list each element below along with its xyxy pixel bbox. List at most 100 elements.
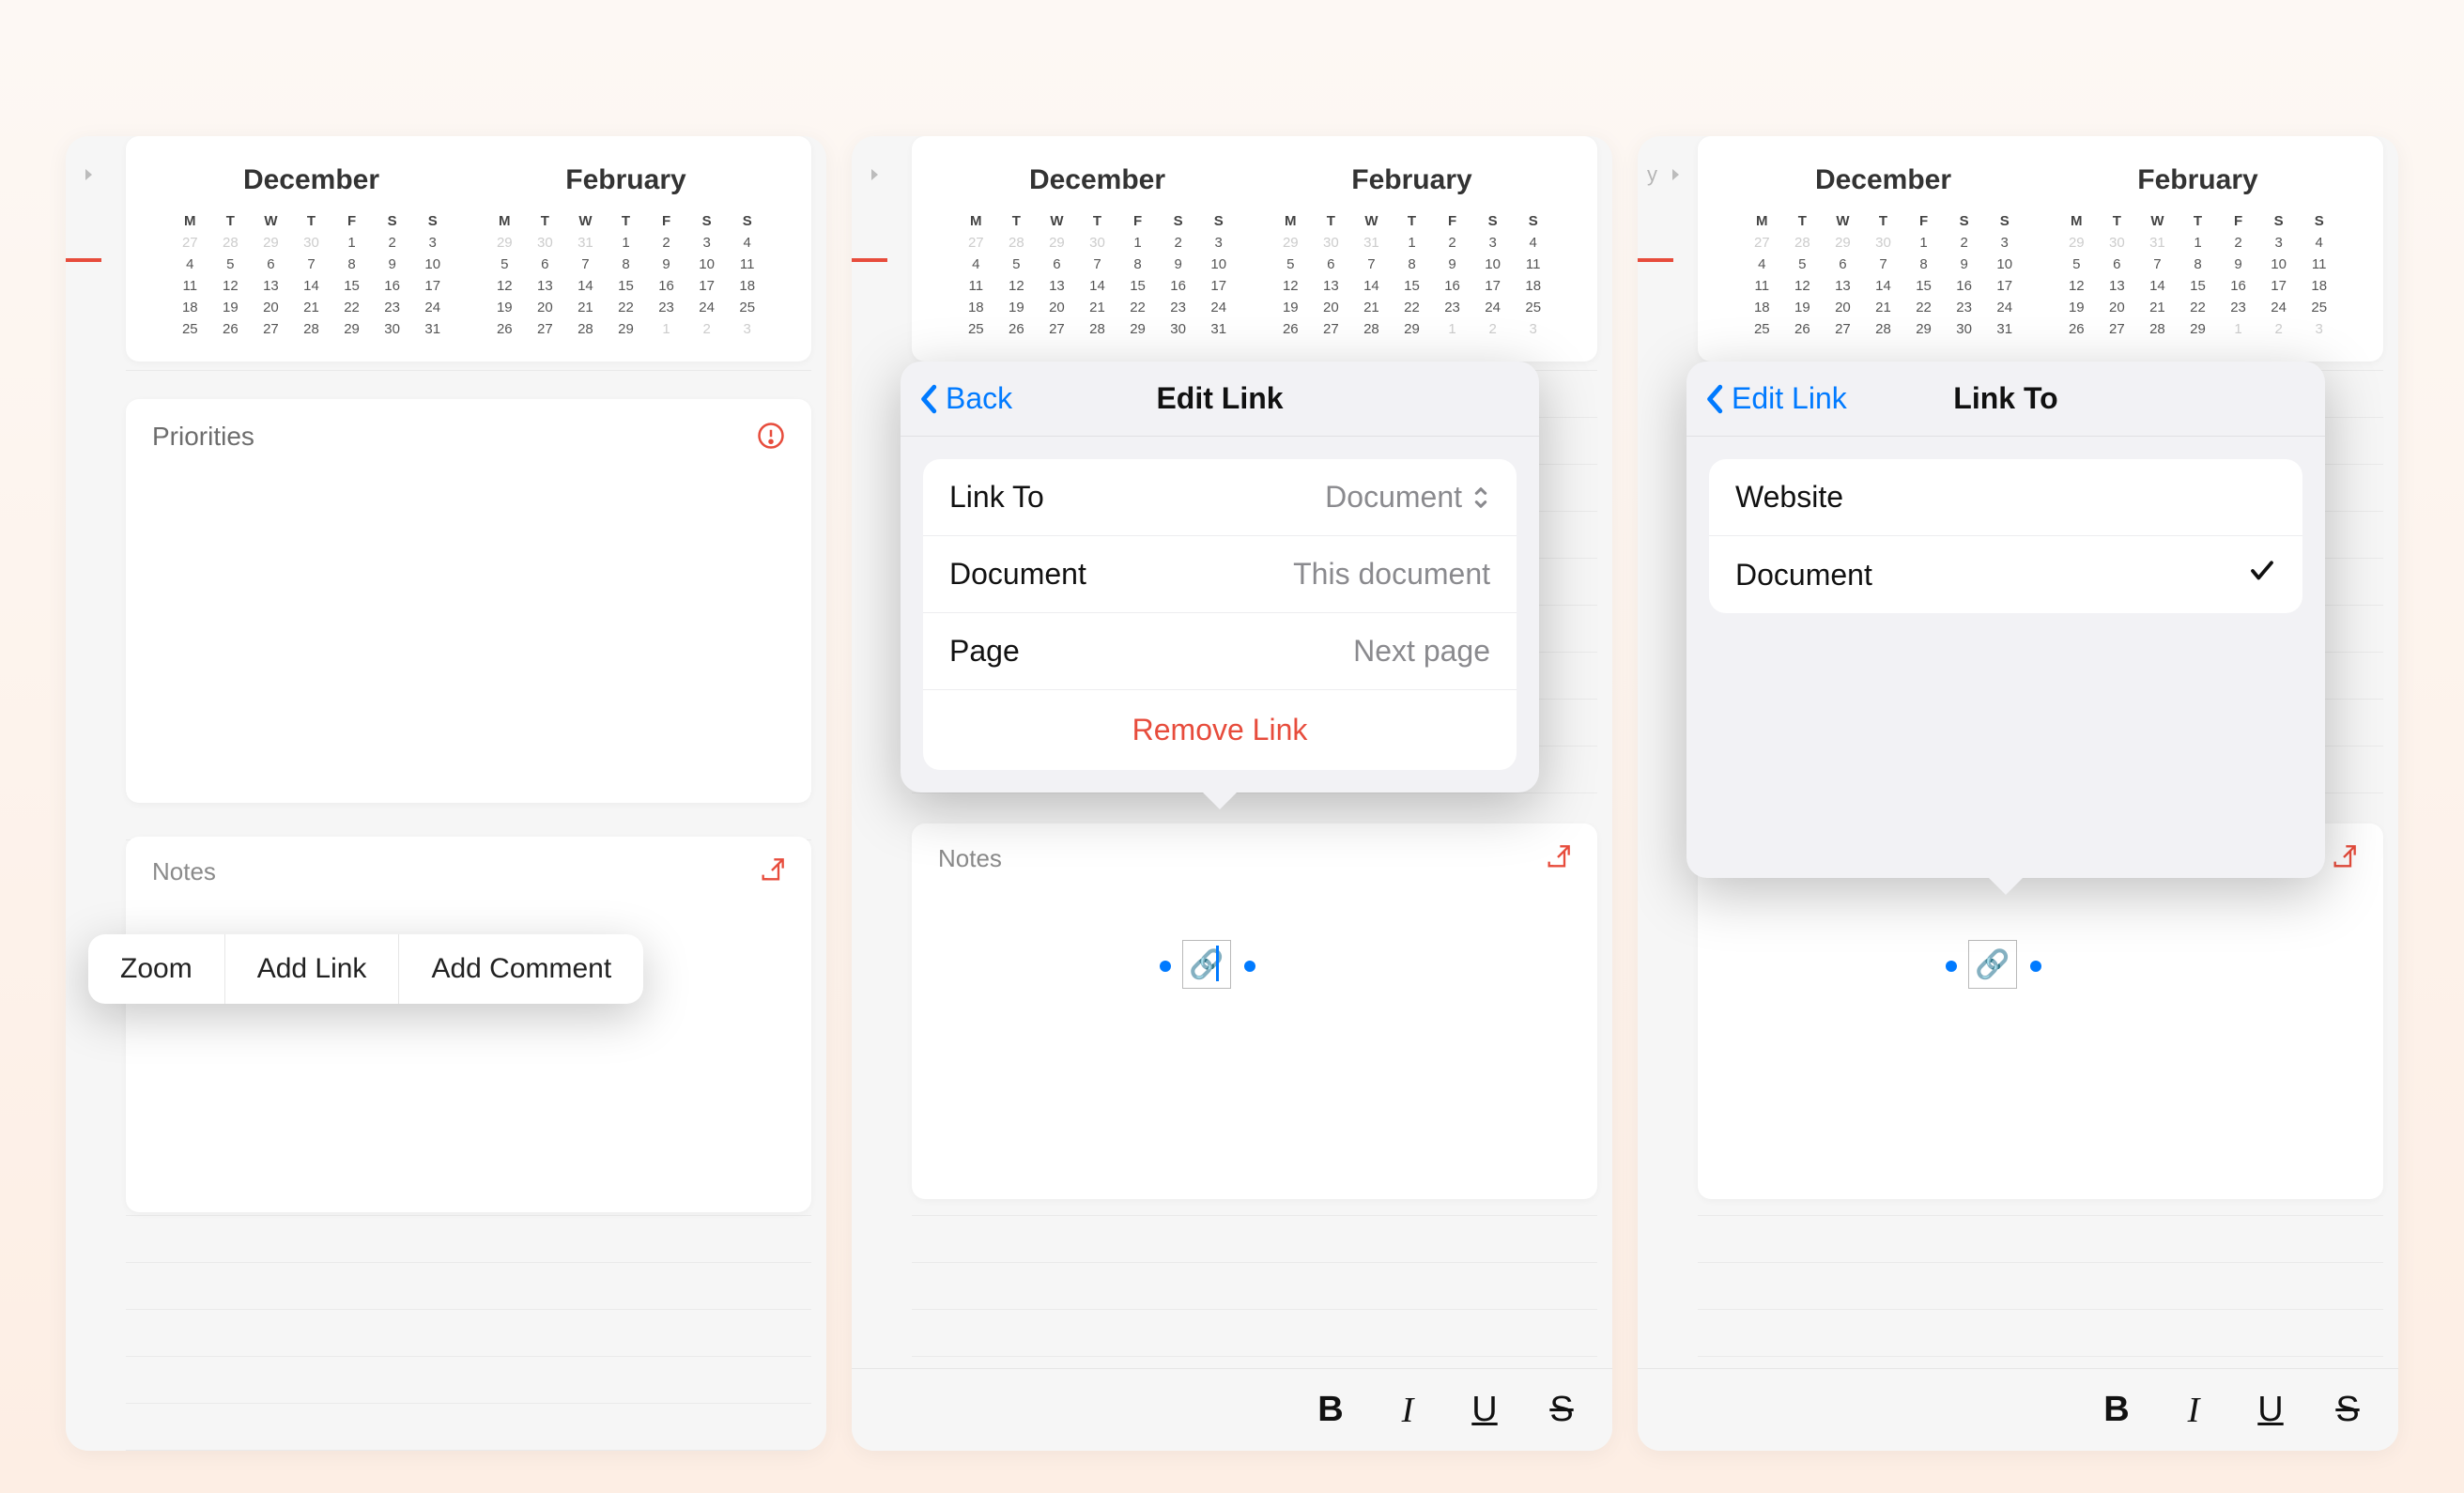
calendar-day[interactable]: 8 xyxy=(1903,256,1944,272)
calendar-day[interactable]: 3 xyxy=(1513,321,1553,337)
calendar-day[interactable]: 10 xyxy=(1472,256,1513,272)
calendar-day[interactable]: 15 xyxy=(606,278,646,294)
calendar-day[interactable]: 30 xyxy=(372,321,412,337)
calendar-day[interactable]: 4 xyxy=(727,235,767,251)
calendar-day[interactable]: 14 xyxy=(291,278,331,294)
calendar-day[interactable]: 13 xyxy=(1311,278,1351,294)
calendar-day[interactable]: 12 xyxy=(996,278,1037,294)
calendar-day[interactable]: 7 xyxy=(1863,256,1903,272)
calendar-day[interactable]: 10 xyxy=(1984,256,2025,272)
calendar-day[interactable]: 10 xyxy=(686,256,727,272)
calendar-day[interactable]: 3 xyxy=(1984,235,2025,251)
calendar-day[interactable]: 21 xyxy=(1863,300,1903,316)
calendar-day[interactable]: 13 xyxy=(1037,278,1077,294)
calendar-day[interactable]: 1 xyxy=(1903,235,1944,251)
calendar-day[interactable]: 16 xyxy=(646,278,686,294)
format-strike[interactable]: S xyxy=(2325,1390,2370,1430)
calendar-day[interactable]: 20 xyxy=(1037,300,1077,316)
calendar-day[interactable]: 4 xyxy=(1742,256,1782,272)
calendar-day[interactable]: 12 xyxy=(210,278,251,294)
calendar-day[interactable]: 26 xyxy=(1270,321,1311,337)
calendar-day[interactable]: 29 xyxy=(251,235,291,251)
calendar-day[interactable]: 12 xyxy=(2056,278,2097,294)
calendar-day[interactable]: 29 xyxy=(1823,235,1863,251)
calendar-day[interactable]: 3 xyxy=(727,321,767,337)
calendar-day[interactable]: 15 xyxy=(1117,278,1158,294)
calendar-day[interactable]: 13 xyxy=(2097,278,2137,294)
calendar-day[interactable]: 29 xyxy=(1903,321,1944,337)
calendar-day[interactable]: 4 xyxy=(170,256,210,272)
calendar-day[interactable]: 3 xyxy=(2299,321,2339,337)
calendar-day[interactable]: 30 xyxy=(1863,235,1903,251)
calendar-day[interactable]: 9 xyxy=(646,256,686,272)
calendar-day[interactable]: 23 xyxy=(372,300,412,316)
calendar-day[interactable]: 29 xyxy=(1117,321,1158,337)
calendar-day[interactable]: 21 xyxy=(565,300,606,316)
linked-object[interactable]: 🔗 xyxy=(1968,940,2017,989)
calendar-day[interactable]: 14 xyxy=(1863,278,1903,294)
calendar-day[interactable]: 19 xyxy=(210,300,251,316)
calendar-day[interactable]: 16 xyxy=(1158,278,1198,294)
linked-object[interactable]: 🔗 xyxy=(1182,940,1231,989)
calendar-day[interactable]: 12 xyxy=(1782,278,1823,294)
calendar-day[interactable]: 3 xyxy=(2258,235,2299,251)
calendar-day[interactable]: 15 xyxy=(2178,278,2218,294)
calendar-day[interactable]: 2 xyxy=(1158,235,1198,251)
context-add-link[interactable]: Add Link xyxy=(225,934,400,1004)
calendar-day[interactable]: 1 xyxy=(646,321,686,337)
calendar-day[interactable]: 7 xyxy=(2137,256,2178,272)
calendar-day[interactable]: 11 xyxy=(1742,278,1782,294)
calendar-day[interactable]: 22 xyxy=(606,300,646,316)
format-underline[interactable]: U xyxy=(1462,1390,1507,1430)
calendar-day[interactable]: 2 xyxy=(1432,235,1472,251)
calendar-day[interactable]: 29 xyxy=(1270,235,1311,251)
back-button[interactable]: Back xyxy=(919,381,1012,416)
calendar-day[interactable]: 9 xyxy=(1944,256,1984,272)
calendar-day[interactable]: 27 xyxy=(1311,321,1351,337)
calendar-day[interactable]: 4 xyxy=(2299,235,2339,251)
calendar-day[interactable]: 17 xyxy=(1472,278,1513,294)
calendar-day[interactable]: 2 xyxy=(2218,235,2258,251)
calendar-day[interactable]: 7 xyxy=(1351,256,1392,272)
calendar-day[interactable]: 29 xyxy=(1037,235,1077,251)
calendar-day[interactable]: 16 xyxy=(372,278,412,294)
calendar-day[interactable]: 9 xyxy=(1432,256,1472,272)
calendar-day[interactable]: 27 xyxy=(1742,235,1782,251)
calendar-day[interactable]: 6 xyxy=(251,256,291,272)
calendar-day[interactable]: 22 xyxy=(1117,300,1158,316)
calendar-day[interactable]: 8 xyxy=(1392,256,1432,272)
calendar-day[interactable]: 1 xyxy=(2178,235,2218,251)
calendar-day[interactable]: 28 xyxy=(1351,321,1392,337)
calendar-day[interactable]: 27 xyxy=(2097,321,2137,337)
calendar-day[interactable]: 24 xyxy=(412,300,453,316)
calendar-day[interactable]: 17 xyxy=(1984,278,2025,294)
row-document[interactable]: Document This document xyxy=(923,536,1517,613)
calendar-day[interactable]: 23 xyxy=(646,300,686,316)
priorities-card[interactable]: Priorities xyxy=(126,399,811,803)
calendar-day[interactable]: 21 xyxy=(2137,300,2178,316)
calendar-day[interactable]: 13 xyxy=(1823,278,1863,294)
calendar-day[interactable]: 2 xyxy=(2258,321,2299,337)
calendar-day[interactable]: 18 xyxy=(727,278,767,294)
calendar-day[interactable]: 18 xyxy=(170,300,210,316)
calendar-day[interactable]: 9 xyxy=(1158,256,1198,272)
calendar-day[interactable]: 27 xyxy=(525,321,565,337)
calendar-day[interactable]: 7 xyxy=(1077,256,1117,272)
calendar-day[interactable]: 21 xyxy=(1351,300,1392,316)
calendar-day[interactable]: 4 xyxy=(1513,235,1553,251)
calendar-day[interactable]: 30 xyxy=(2097,235,2137,251)
context-zoom[interactable]: Zoom xyxy=(88,934,225,1004)
calendar-day[interactable]: 2 xyxy=(372,235,412,251)
calendar-day[interactable]: 8 xyxy=(606,256,646,272)
option-document[interactable]: Document xyxy=(1709,536,2302,613)
calendar-day[interactable]: 11 xyxy=(727,256,767,272)
calendar-day[interactable]: 28 xyxy=(996,235,1037,251)
calendar-day[interactable]: 29 xyxy=(606,321,646,337)
calendar-day[interactable]: 28 xyxy=(2137,321,2178,337)
calendar-day[interactable]: 3 xyxy=(412,235,453,251)
calendar-day[interactable]: 6 xyxy=(1823,256,1863,272)
calendar-day[interactable]: 27 xyxy=(170,235,210,251)
calendar-day[interactable]: 10 xyxy=(1198,256,1239,272)
calendar-day[interactable]: 31 xyxy=(2137,235,2178,251)
calendar-day[interactable]: 17 xyxy=(686,278,727,294)
